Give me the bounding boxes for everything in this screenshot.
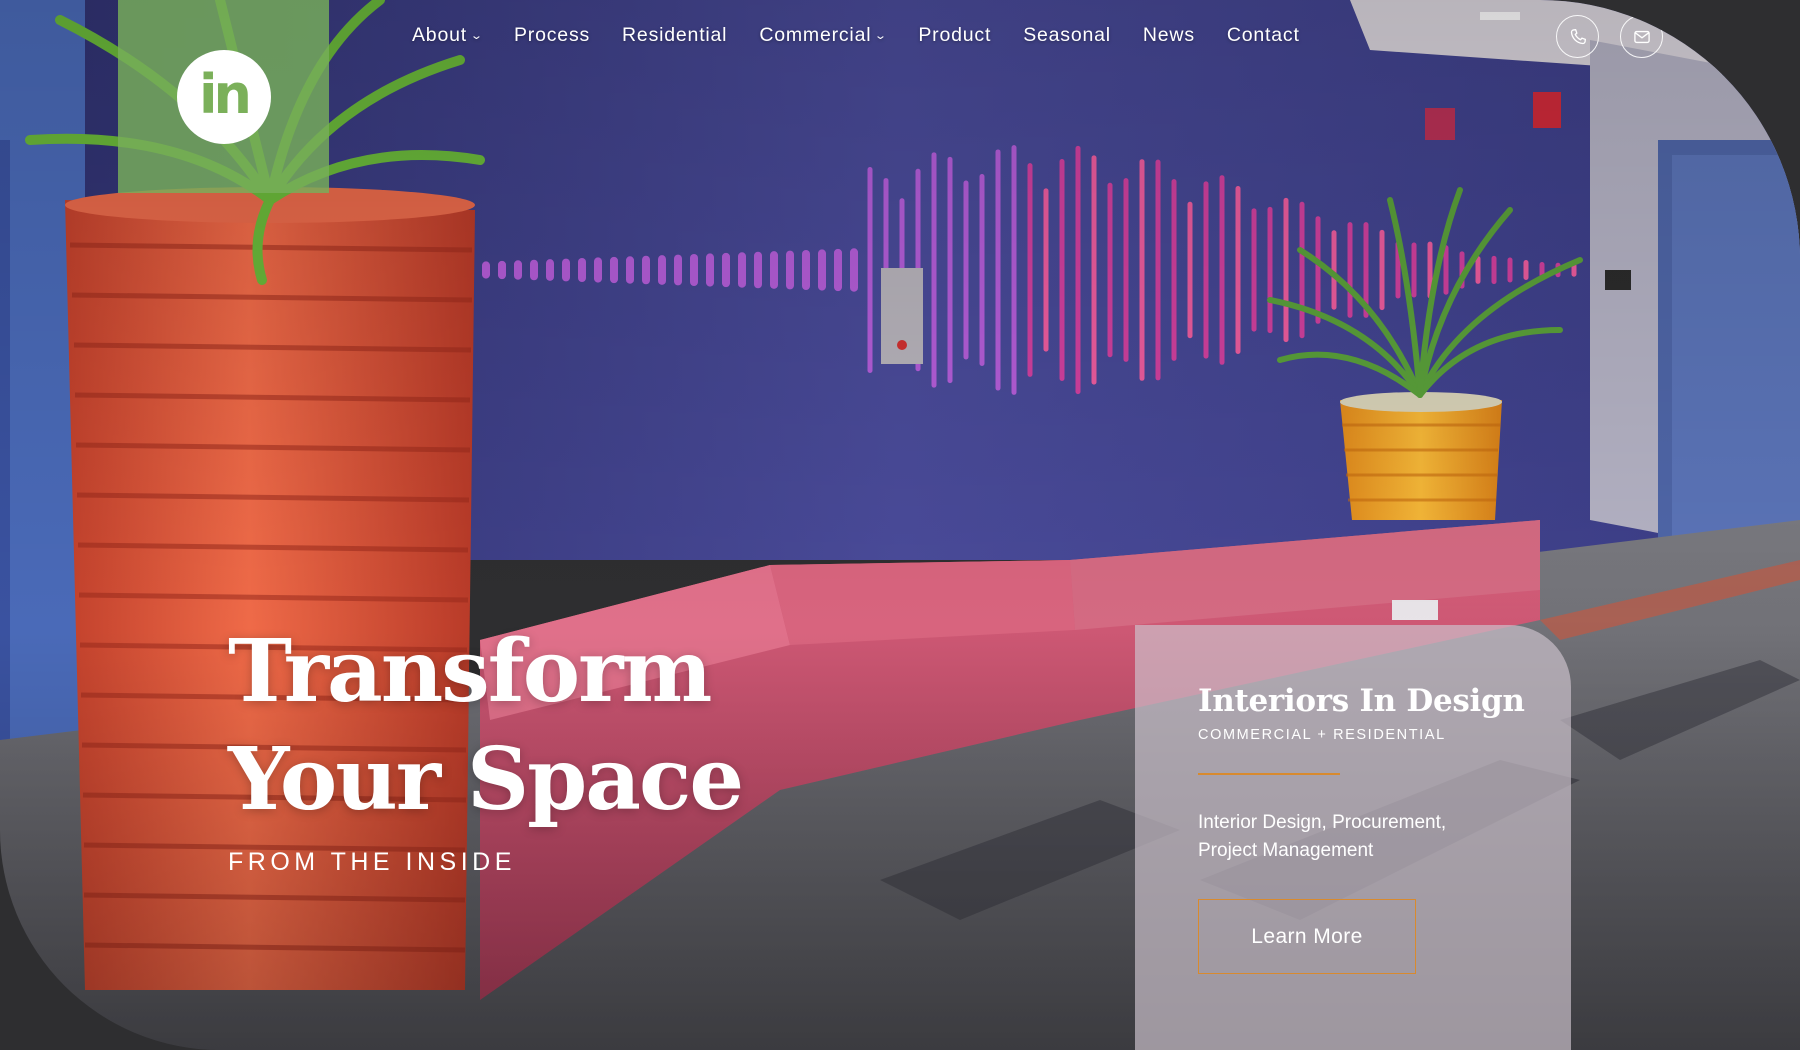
- phone-button[interactable]: [1556, 15, 1599, 58]
- nav-label: Product: [918, 24, 992, 46]
- card-subtitle: COMMERCIAL + RESIDENTIAL: [1198, 727, 1446, 743]
- card-title: Interiors In Design: [1198, 683, 1525, 719]
- email-button[interactable]: [1620, 15, 1663, 58]
- nav-item-commercial[interactable]: Commercial ⌄: [759, 24, 889, 47]
- hero-headline-line-1: Transform: [228, 621, 712, 722]
- nav-label: News: [1142, 24, 1195, 46]
- nav-label: Residential: [622, 24, 728, 46]
- logo-mark: in: [176, 49, 271, 144]
- nav-label: About: [412, 24, 467, 46]
- hero-headline: Transform Your Space: [228, 618, 868, 834]
- nav-item-product[interactable]: Product: [918, 24, 991, 47]
- main-navigation: About ⌄ Process Residential Commercial ⌄ P…: [412, 24, 1332, 47]
- card-description: Interior Design, Procurement, Project Ma…: [1198, 812, 1447, 861]
- chevron-down-icon: ⌄: [469, 30, 485, 42]
- site-logo[interactable]: in: [118, 0, 329, 193]
- services-card: Interiors In Design COMMERCIAL + RESIDEN…: [1135, 625, 1571, 1050]
- nav-label: Commercial: [759, 24, 872, 46]
- contact-icon-group: [1556, 15, 1663, 58]
- nav-item-news[interactable]: News: [1143, 24, 1195, 47]
- nav-item-about[interactable]: About ⌄: [412, 24, 485, 47]
- nav-item-contact[interactable]: Contact: [1227, 24, 1300, 47]
- nav-label: Seasonal: [1023, 24, 1111, 46]
- phone-icon: [1570, 28, 1586, 44]
- nav-label: Process: [514, 24, 591, 46]
- nav-item-seasonal[interactable]: Seasonal: [1023, 24, 1111, 47]
- hero-subheadline: FROM THE INSIDE: [228, 848, 516, 876]
- logo-text: in: [199, 63, 252, 126]
- page-frame: in About ⌄ Process Residential Commercial…: [0, 0, 1800, 1050]
- hero-headline-group: Transform Your Space FROM THE INSIDE: [228, 618, 868, 877]
- card-divider: [1198, 773, 1340, 775]
- hero-headline-line-2: Your Space: [228, 729, 744, 830]
- nav-label: Contact: [1226, 24, 1300, 46]
- mail-icon: [1633, 30, 1650, 43]
- hero-section: in About ⌄ Process Residential Commercial…: [0, 0, 1800, 1050]
- nav-item-process[interactable]: Process: [514, 24, 590, 47]
- learn-more-button[interactable]: Learn More: [1198, 899, 1416, 974]
- nav-item-residential[interactable]: Residential: [622, 24, 727, 47]
- chevron-down-icon: ⌄: [874, 30, 889, 42]
